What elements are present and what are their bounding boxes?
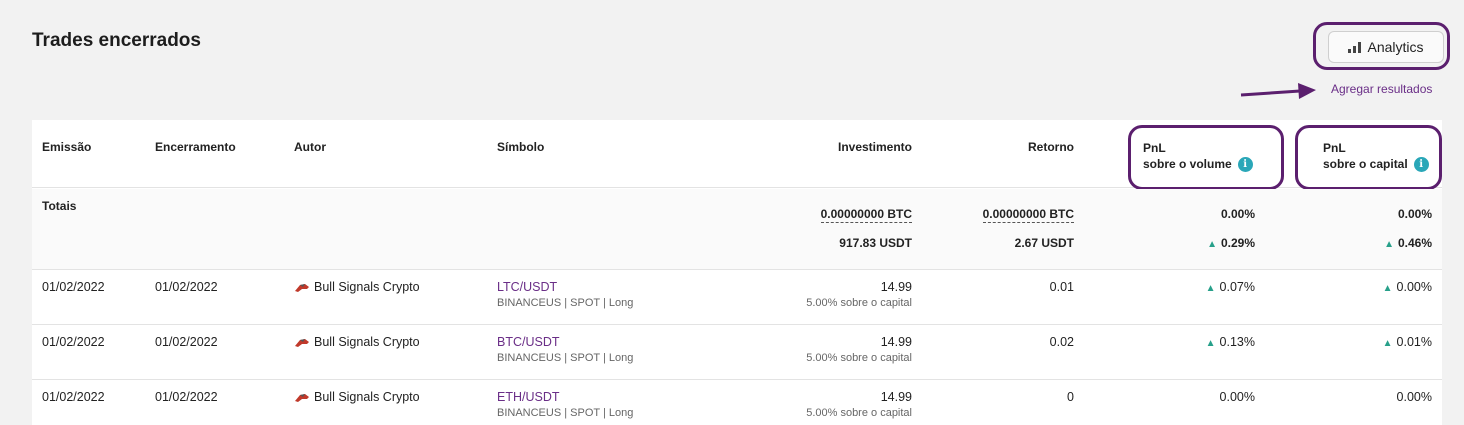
triangle-up-icon: ▲ (1382, 338, 1393, 349)
row-encerramento: 01/02/2022 (155, 335, 218, 349)
symbol-link[interactable]: BTC/USDT (497, 335, 633, 349)
investimento-detail: 5.00% sobre o capital (806, 407, 912, 419)
info-icon[interactable]: i (1237, 157, 1253, 173)
bull-icon (295, 283, 309, 292)
col-autor[interactable]: Autor (294, 140, 326, 154)
totals-investimento-usdt: 917.83 USDT (839, 236, 912, 250)
symbol-link[interactable]: LTC/USDT (497, 280, 633, 294)
row-encerramento: 01/02/2022 (155, 280, 218, 294)
col-encerramento[interactable]: Encerramento (155, 140, 236, 154)
aggregate-results-link[interactable]: Agregar resultados (1331, 82, 1432, 96)
totals-pnl-capital-1: 0.00% (1397, 207, 1432, 221)
analytics-button[interactable]: Analytics (1328, 31, 1444, 63)
table-row[interactable]: 01/02/2022 01/02/2022 Bull Signals Crypt… (32, 270, 1442, 325)
row-retorno: 0 (1067, 390, 1074, 404)
row-pnl-capital: ▲ 0.01% (1382, 335, 1432, 349)
col-retorno[interactable]: Retorno (1028, 140, 1074, 154)
row-autor[interactable]: Bull Signals Crypto (294, 280, 420, 294)
investimento-detail: 5.00% sobre o capital (806, 352, 912, 364)
triangle-up-icon: ▲ (1382, 283, 1393, 294)
trades-table: Emissão Encerramento Autor Símbolo Inves… (32, 120, 1442, 425)
row-pnl-volume: ▲ 0.13% (1205, 335, 1255, 349)
totals-row: Totais 0.00000000 BTC 917.83 USDT 0.0000… (32, 189, 1442, 270)
row-emissao: 01/02/2022 (42, 335, 105, 349)
col-pnl-volume[interactable]: PnL sobre o volume i (1143, 140, 1253, 173)
bull-icon (295, 338, 309, 347)
col-investimento[interactable]: Investimento (838, 140, 912, 154)
symbol-link[interactable]: ETH/USDT (497, 390, 633, 404)
row-simbolo: ETH/USDT BINANCEUS | SPOT | Long (497, 390, 633, 419)
row-pnl-volume: ▲ 0.07% (1205, 280, 1255, 294)
triangle-up-icon: ▲ (1205, 338, 1216, 349)
symbol-detail: BINANCEUS | SPOT | Long (497, 407, 634, 419)
totals-pnl-volume-2: ▲ 0.29% (1207, 236, 1255, 250)
investimento-detail: 5.00% sobre o capital (806, 297, 912, 309)
row-autor[interactable]: Bull Signals Crypto (294, 335, 420, 349)
col-pnl-capital[interactable]: PnL sobre o capital i (1323, 140, 1429, 173)
row-simbolo: BTC/USDT BINANCEUS | SPOT | Long (497, 335, 633, 364)
triangle-up-icon: ▲ (1205, 283, 1216, 294)
symbol-detail: BINANCEUS | SPOT | Long (497, 297, 634, 309)
totals-pnl-volume-1: 0.00% (1220, 207, 1255, 221)
pnl-capital-line1: PnL (1323, 141, 1346, 155)
totals-pnl-capital-2: ▲ 0.46% (1384, 236, 1432, 250)
bar-chart-icon (1348, 41, 1362, 53)
pnl-volume-line1: PnL (1143, 141, 1166, 155)
pnl-capital-line2: sobre o capital (1323, 157, 1408, 171)
row-emissao: 01/02/2022 (42, 390, 105, 404)
table-header: Emissão Encerramento Autor Símbolo Inves… (32, 120, 1442, 190)
bull-icon (295, 393, 309, 402)
totals-retorno-btc: 0.00000000 BTC (982, 207, 1074, 223)
col-simbolo[interactable]: Símbolo (497, 140, 544, 154)
table-row[interactable]: 01/02/2022 01/02/2022 Bull Signals Crypt… (32, 380, 1442, 425)
triangle-up-icon: ▲ (1384, 239, 1394, 250)
info-icon[interactable]: i (1413, 157, 1429, 173)
row-pnl-capital: 0.00% (1396, 390, 1432, 404)
triangle-up-icon: ▲ (1207, 239, 1217, 250)
table-row[interactable]: 01/02/2022 01/02/2022 Bull Signals Crypt… (32, 325, 1442, 380)
row-retorno: 0.02 (1049, 335, 1074, 349)
row-encerramento: 01/02/2022 (155, 390, 218, 404)
totals-investimento-btc: 0.00000000 BTC (820, 207, 912, 223)
pnl-volume-line2: sobre o volume (1143, 157, 1232, 171)
totals-label: Totais (42, 199, 77, 213)
row-pnl-capital: ▲ 0.00% (1382, 280, 1432, 294)
row-investimento: 14.99 5.00% sobre o capital (806, 335, 912, 364)
totals-retorno-usdt: 2.67 USDT (1014, 236, 1074, 250)
row-emissao: 01/02/2022 (42, 280, 105, 294)
analytics-label: Analytics (1367, 39, 1424, 55)
row-investimento: 14.99 5.00% sobre o capital (806, 280, 912, 309)
row-retorno: 0.01 (1049, 280, 1074, 294)
arrow-icon (1240, 83, 1316, 99)
row-investimento: 14.99 5.00% sobre o capital (806, 390, 912, 419)
row-pnl-volume: 0.00% (1219, 390, 1255, 404)
row-simbolo: LTC/USDT BINANCEUS | SPOT | Long (497, 280, 633, 309)
col-emissao[interactable]: Emissão (42, 140, 91, 154)
symbol-detail: BINANCEUS | SPOT | Long (497, 352, 634, 364)
page-title: Trades encerrados (32, 30, 201, 51)
row-autor[interactable]: Bull Signals Crypto (294, 390, 420, 404)
